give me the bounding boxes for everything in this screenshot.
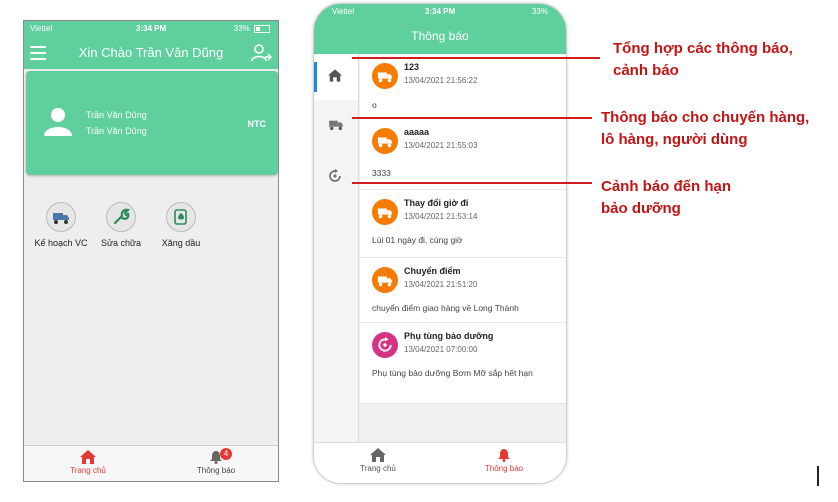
notification-body: chuyển điểm giao hàng về Long Thành (372, 303, 519, 313)
battery-icon (254, 24, 270, 33)
home-icon (328, 69, 342, 82)
profile-card[interactable]: Trần Văn Dũng Trần Văn Dũng NTC (26, 71, 278, 175)
notification-body: o (372, 100, 377, 110)
nav-notifications[interactable]: 4 Thông báo (176, 448, 256, 475)
wrench-icon (113, 208, 130, 225)
bottom-nav: Trang chủ 4 Thông báo (24, 445, 278, 481)
nav-notifications-label: Thông báo (484, 464, 524, 473)
bottom-nav: Trang chủ Thông báo (314, 442, 566, 483)
annotation-text: cảnh báo (613, 62, 679, 79)
notification-title: 123 (404, 62, 420, 72)
notification-body: 3333 (372, 168, 391, 178)
notification-item[interactable]: 123 13/04/2021 21:56:22 o (360, 54, 566, 119)
profile-fullname: Trần Văn Dũng (86, 126, 147, 136)
status-bar: Viettel 3:34 PM 33% (24, 21, 278, 37)
annotation-line (352, 182, 592, 184)
fuel-icon (174, 209, 187, 225)
annotation-line (352, 57, 600, 59)
shortcut-repair-circle (106, 202, 136, 232)
shortcut-fuel[interactable]: Xăng dầu (146, 202, 216, 248)
annotation-maintenance-warnings: Cảnh báo đến hạn bảo dưỡng (601, 176, 731, 220)
edge-marker (817, 466, 819, 486)
company-label: NTC (247, 119, 267, 129)
maintenance-icon (372, 332, 398, 358)
notification-title: aaaaa (404, 127, 430, 137)
avatar-icon (44, 108, 72, 136)
bell-icon (498, 449, 510, 462)
clock-label: 3:34 PM (424, 7, 456, 16)
screen-title: Thông báo (314, 18, 566, 54)
notification-title: Chuyển điểm (404, 266, 461, 276)
nav-home[interactable]: Trang chủ (338, 448, 418, 473)
annotation-text: Thông báo cho chuyến hàng, (601, 109, 810, 126)
notification-item[interactable]: Chuyển điểm 13/04/2021 21:51:20 chuyển đ… (360, 258, 566, 323)
battery-label: 33% (531, 7, 548, 16)
annotation-shipment-notifications: Thông báo cho chuyến hàng, lô hàng, ngườ… (601, 107, 809, 151)
category-shipments[interactable] (314, 104, 358, 150)
home-icon (370, 448, 386, 462)
maintenance-icon (329, 169, 341, 182)
notification-title: Thay đổi giờ đi (404, 198, 469, 208)
truck-icon (372, 199, 398, 225)
notifications-screen: Viettel 3:34 PM 33% Thông báo 123 13/04/… (313, 3, 567, 484)
notification-item[interactable]: aaaaa 13/04/2021 21:55:03 3333 (360, 119, 566, 190)
greeting-title: Xin Chào Trần Văn Dũng (78, 45, 224, 60)
notification-item[interactable]: Phụ tùng bảo dưỡng 13/04/2021 07:00:00 P… (360, 323, 566, 404)
notification-title: Phụ tùng bảo dưỡng (404, 331, 494, 341)
notification-time: 13/04/2021 21:53:14 (404, 212, 478, 221)
nav-notifications-label: Thông báo (196, 466, 236, 475)
nav-notifications[interactable]: Thông báo (464, 448, 544, 473)
notification-time: 13/04/2021 07:00:00 (404, 345, 478, 354)
annotation-text: Tổng hợp các thông báo, (613, 40, 793, 57)
annotation-line (352, 117, 592, 119)
notification-time: 13/04/2021 21:56:22 (404, 76, 478, 85)
app-bar: Xin Chào Trần Văn Dũng (24, 37, 278, 69)
truck-icon (329, 120, 343, 131)
annotation-text: bảo dưỡng (601, 200, 681, 217)
annotation-all-notifications: Tổng hợp các thông báo, cảnh báo (613, 38, 793, 82)
nav-home-label: Trang chủ (70, 466, 106, 475)
annotation-text: Cảnh báo đến hạn (601, 178, 732, 195)
shortcut-fuel-circle (166, 202, 196, 232)
shortcut-transport-plan-circle (46, 202, 76, 232)
status-bar: Viettel 3:34 PM 33% (314, 4, 566, 18)
notification-time: 13/04/2021 21:55:03 (404, 141, 478, 150)
user-switch-icon[interactable] (250, 43, 272, 63)
category-maintenance[interactable] (314, 154, 358, 200)
notification-body: Lùi 01 ngày đi, cùng giờ (372, 235, 463, 245)
battery-indicator: 33% (234, 24, 270, 33)
notification-badge: 4 (220, 448, 232, 460)
truck-icon (372, 63, 398, 89)
annotation-text: lô hàng, người dùng (601, 131, 748, 148)
notification-category-sidebar (314, 54, 359, 444)
profile-name: Trần Văn Dũng (86, 110, 147, 120)
notification-time: 13/04/2021 21:51:20 (404, 280, 478, 289)
truck-icon (372, 128, 398, 154)
nav-home[interactable]: Trang chủ (48, 450, 128, 475)
battery-label: 33% (233, 24, 250, 33)
notification-item[interactable]: Thay đổi giờ đi 13/04/2021 21:53:14 Lùi … (360, 190, 566, 258)
category-all[interactable] (314, 54, 358, 100)
truck-icon (372, 267, 398, 293)
home-screen: Viettel 3:34 PM 33% Xin Chào Trần Văn Dũ… (23, 20, 279, 482)
menu-icon[interactable] (30, 46, 46, 60)
truck-icon (53, 213, 69, 224)
notification-list: 123 13/04/2021 21:56:22 o aaaaa 13/04/20… (360, 54, 566, 404)
notification-body: Phụ tùng bảo dưỡng Bơm Mỡ sắp hết hạn (372, 368, 533, 378)
shortcut-fuel-label: Xăng dầu (161, 238, 201, 248)
home-icon (80, 450, 96, 464)
nav-home-label: Trang chủ (360, 464, 396, 473)
